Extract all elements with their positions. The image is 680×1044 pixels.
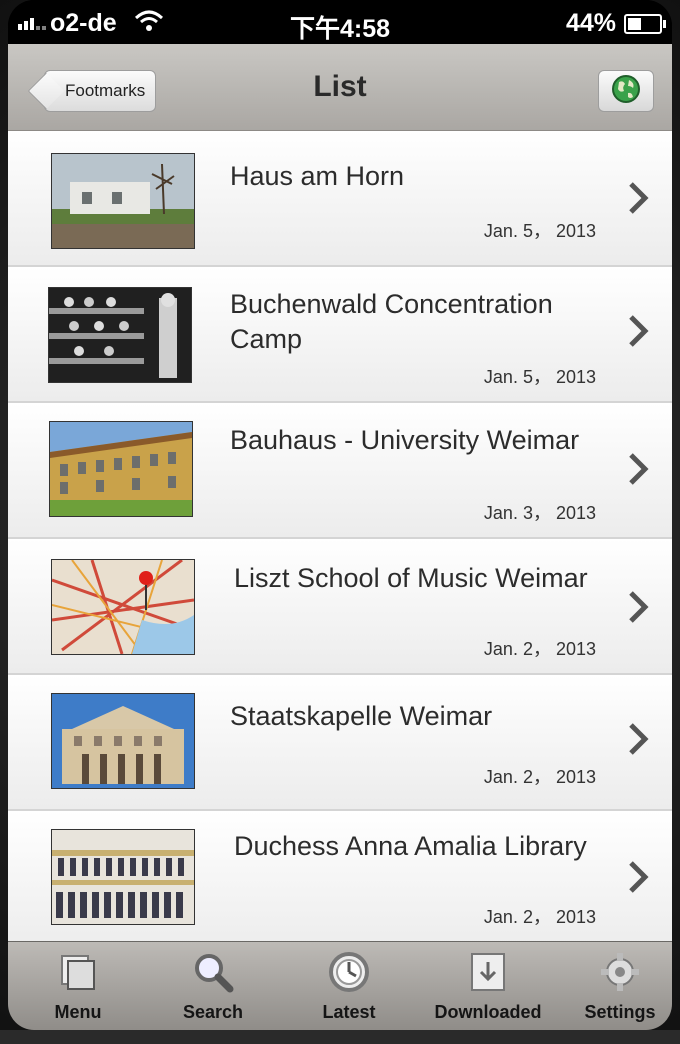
tab-search[interactable]: Search [153, 948, 273, 1028]
item-date: Jan. 5， 2013 [483, 221, 596, 241]
download-icon [471, 953, 505, 991]
clock-icon [329, 952, 369, 992]
globe-icon [611, 74, 641, 109]
thumbnail-image [48, 287, 192, 383]
item-date: Jan. 5， 2013 [483, 367, 596, 387]
thumbnail-image [49, 421, 193, 517]
navigation-bar: Footmarks List [8, 44, 672, 131]
tab-label: Menu [54, 1002, 102, 1022]
item-title: Bauhaus - University Weimar [230, 425, 580, 455]
item-date: Jan. 2， 2013 [483, 639, 596, 659]
item-date: Jan. 3， 2013 [483, 503, 596, 523]
thumbnail-image [51, 153, 195, 249]
tab-latest[interactable]: Latest [289, 948, 409, 1028]
item-date: Jan. 2， 2013 [483, 767, 596, 787]
item-title: Staatskapelle Weimar [230, 701, 493, 731]
thumbnail-image [51, 559, 195, 655]
tab-settings[interactable]: Settings [560, 948, 672, 1028]
list-item[interactable]: Staatskapelle Weimar Jan. 2， 2013 [8, 675, 672, 811]
chevron-right-icon [629, 723, 649, 755]
item-title: Liszt School of Music Weimar [234, 563, 588, 593]
chevron-right-icon [629, 315, 649, 347]
item-title: Buchenwald Concentration Camp [230, 289, 553, 354]
phone-screen: o2-de 下午4:58 44% Footmarks List Haus am … [8, 0, 672, 1030]
list-item[interactable]: Haus am Horn Jan. 5， 2013 [8, 131, 672, 267]
thumbnail-image [51, 829, 195, 925]
footmark-list: Haus am Horn Jan. 5， 2013 Buchenwald Con… [8, 131, 672, 941]
tab-label: Latest [322, 1002, 376, 1022]
menu-icon [61, 955, 95, 990]
tab-label: Search [182, 1002, 244, 1022]
item-title: Duchess Anna Amalia Library [234, 831, 587, 861]
chevron-right-icon [629, 453, 649, 485]
list-item[interactable]: Liszt School of Music Weimar Jan. 2， 201… [8, 539, 672, 675]
tab-label: Settings [584, 1002, 656, 1022]
list-item[interactable]: Duchess Anna Amalia Library Jan. 2， 2013 [8, 811, 672, 941]
page-title: List [313, 70, 367, 103]
battery-icon [624, 13, 666, 34]
tab-menu[interactable]: Menu [18, 948, 138, 1028]
search-icon [195, 954, 234, 993]
map-button[interactable] [598, 70, 654, 112]
chevron-right-icon [629, 591, 649, 623]
list-item[interactable]: Buchenwald Concentration Camp Jan. 5， 20… [8, 267, 672, 403]
chevron-right-icon [629, 861, 649, 893]
chevron-right-icon [629, 182, 649, 214]
item-title: Haus am Horn [230, 161, 405, 191]
gear-icon [601, 953, 639, 991]
thumbnail-image [51, 693, 195, 789]
tab-downloaded[interactable]: Downloaded [428, 948, 548, 1028]
screen-reflection [0, 1030, 680, 1044]
list-item[interactable]: Bauhaus - University Weimar Jan. 3， 2013 [8, 403, 672, 539]
battery-percent: 44% [565, 9, 616, 37]
item-date: Jan. 2， 2013 [483, 907, 596, 927]
tab-bar: Menu Search Latest Downloaded Settings [8, 941, 672, 1030]
battery-group: 44% [565, 9, 666, 38]
tab-label: Downloaded [434, 1002, 542, 1022]
status-bar: o2-de 下午4:58 44% [8, 0, 672, 44]
